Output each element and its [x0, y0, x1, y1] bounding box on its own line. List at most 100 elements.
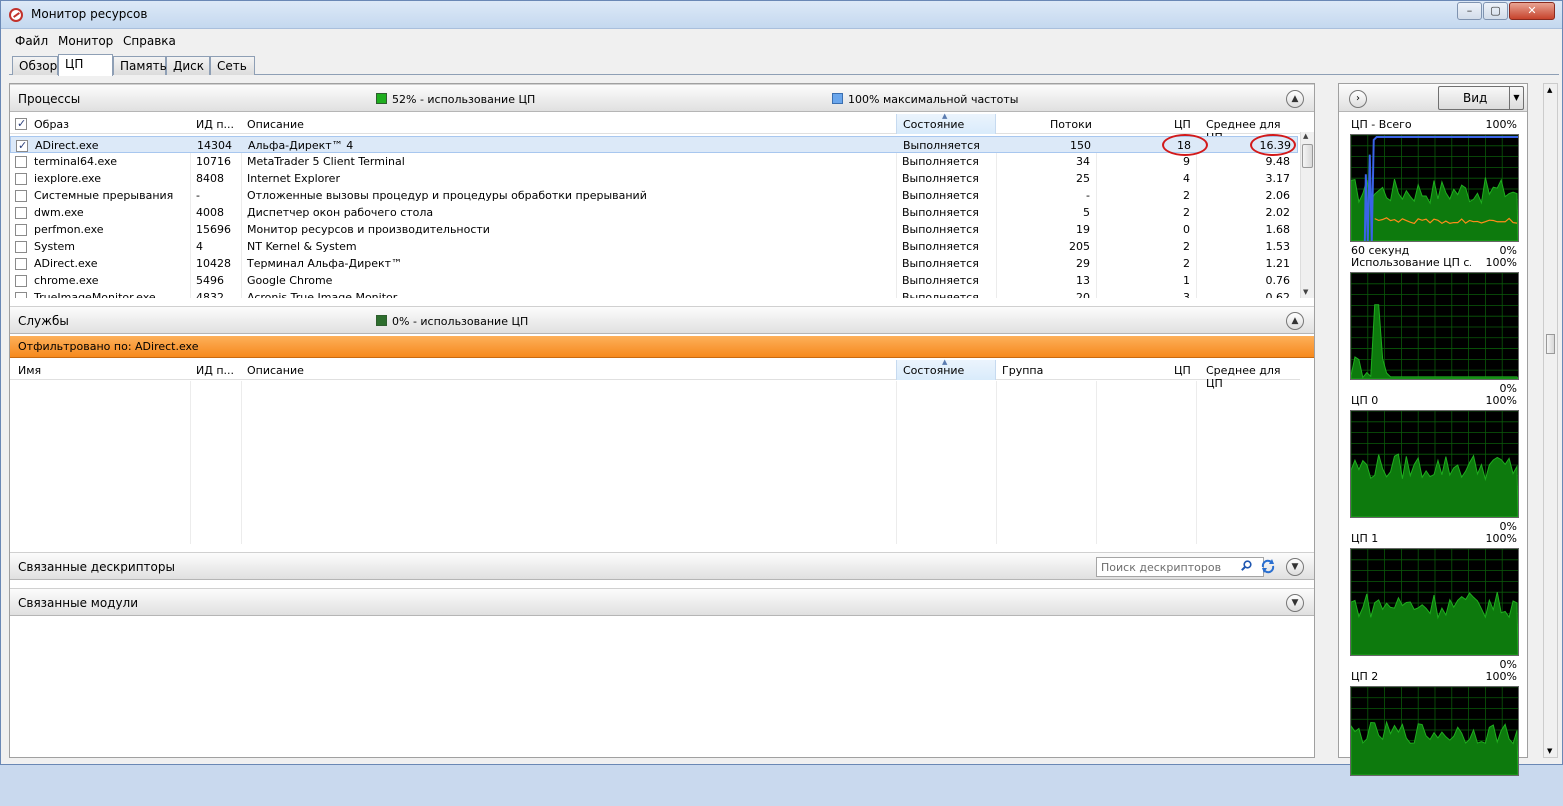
process-checkbox[interactable]: [15, 173, 27, 185]
tab-memory[interactable]: Память: [113, 56, 167, 75]
process-row[interactable]: TrueImageMonitor.exe 4832 Acronis True Ima…: [10, 289, 1298, 298]
col-group[interactable]: Группа: [1002, 364, 1043, 377]
expand-modules-chevron-down-icon[interactable]: ▼: [1286, 594, 1304, 612]
process-description: Google Chrome: [247, 274, 333, 287]
tab-disk[interactable]: Диск: [166, 56, 210, 75]
process-checkbox[interactable]: [15, 207, 27, 219]
process-row[interactable]: ADirect.exe 14304 Альфа-Директ™ 4 Выполняет…: [10, 136, 1298, 153]
process-row[interactable]: dwm.exe 4008 Диспетчер окон рабочего стола…: [10, 204, 1298, 221]
close-button[interactable]: ✕: [1509, 2, 1555, 20]
process-checkbox[interactable]: [15, 156, 27, 168]
graph-max-label: 100%: [1485, 394, 1517, 407]
process-state: Выполняется: [902, 189, 979, 202]
process-image: Системные прерывания: [34, 189, 174, 202]
process-state: Выполняется: [903, 139, 980, 152]
col-description[interactable]: Описание: [247, 118, 304, 131]
processes-scroll-thumb[interactable]: [1302, 144, 1313, 168]
left-panel: Процессы 52% - использование ЦП 100% мак…: [9, 83, 1315, 758]
process-row[interactable]: terminal64.exe 10716 MetaTrader 5 Client T…: [10, 153, 1298, 170]
select-all-checkbox[interactable]: [15, 117, 27, 130]
scroll-down-icon[interactable]: ▼: [1303, 288, 1308, 296]
cpu-usage-graph: [1350, 686, 1519, 776]
menu-file[interactable]: Файл: [15, 34, 48, 48]
cpu-graph: ЦП 0 100% 0%: [1347, 394, 1519, 533]
process-row[interactable]: perfmon.exe 15696 Монитор ресурсов и произ…: [10, 221, 1298, 238]
services-title: Службы: [18, 314, 69, 328]
modules-header[interactable]: Связанные модули ▼: [10, 588, 1314, 616]
chevron-down-icon[interactable]: ▼: [1509, 87, 1523, 109]
col-cpu[interactable]: ЦП: [1174, 364, 1191, 377]
process-avg-cpu: 1.53: [1265, 240, 1291, 253]
processes-header[interactable]: Процессы 52% - использование ЦП 100% мак…: [10, 84, 1314, 112]
process-threads: 205: [1069, 240, 1090, 253]
graphs-scroll-thumb[interactable]: [1546, 334, 1555, 354]
col-pid[interactable]: ИД п...: [196, 364, 234, 377]
menu-help[interactable]: Справка: [123, 34, 176, 48]
graphs-scrollbar[interactable]: ▲ ▼: [1543, 83, 1558, 758]
process-checkbox[interactable]: [15, 275, 27, 287]
scroll-down-icon[interactable]: ▼: [1547, 747, 1552, 755]
process-description: Internet Explorer: [247, 172, 340, 185]
col-threads[interactable]: Потоки: [1050, 118, 1092, 131]
tab-cpu[interactable]: ЦП: [58, 54, 113, 76]
process-checkbox[interactable]: [15, 190, 27, 202]
processes-scrollbar[interactable]: ▲ ▼: [1300, 132, 1314, 298]
title-bar: Монитор ресурсов – ▢ ✕: [1, 1, 1562, 29]
refresh-icon[interactable]: [1260, 558, 1276, 574]
menu-monitor[interactable]: Монитор: [58, 34, 113, 48]
handles-search-input[interactable]: Поиск дескрипторов: [1096, 557, 1264, 577]
tab-overview[interactable]: Обзор: [12, 56, 58, 75]
collapse-processes-chevron-up-icon[interactable]: ▲: [1286, 90, 1304, 108]
col-state[interactable]: ▲ Состояние: [896, 112, 996, 134]
graph-title: ЦП - Всего: [1351, 118, 1412, 131]
process-state: Выполняется: [902, 172, 979, 185]
menu-bar: Файл Монитор Справка: [1, 31, 1562, 50]
processes-column-header: Образ ИД п... Описание ▲Состояние Потоки…: [10, 112, 1300, 144]
process-avg-cpu: 0.76: [1265, 274, 1291, 287]
process-image: chrome.exe: [34, 274, 99, 287]
scroll-up-icon[interactable]: ▲: [1547, 86, 1552, 94]
process-threads: 19: [1076, 223, 1090, 236]
expand-handles-chevron-down-icon[interactable]: ▼: [1286, 558, 1304, 576]
process-checkbox[interactable]: [16, 139, 28, 152]
process-row[interactable]: Системные прерывания - Отложенные вызовы п…: [10, 187, 1298, 204]
scroll-up-icon[interactable]: ▲: [1303, 132, 1308, 140]
process-checkbox[interactable]: [15, 258, 27, 270]
tab-network[interactable]: Сеть: [210, 56, 255, 75]
view-dropdown-button[interactable]: Вид ▼: [1438, 86, 1524, 110]
col-description[interactable]: Описание: [247, 364, 304, 377]
collapse-services-chevron-up-icon[interactable]: ▲: [1286, 312, 1304, 330]
process-row[interactable]: iexplore.exe 8408 Internet Explorer Выполня…: [10, 170, 1298, 187]
process-row[interactable]: System 4 NT Kernel & System Выполняется 205 2…: [10, 238, 1298, 255]
filter-text: Отфильтровано по: ADirect.exe: [18, 340, 199, 353]
maximize-button[interactable]: ▢: [1483, 2, 1508, 20]
process-avg-cpu: 2.02: [1265, 206, 1291, 219]
process-image: TrueImageMonitor.exe: [34, 291, 156, 298]
process-checkbox[interactable]: [15, 292, 27, 298]
handles-header[interactable]: Связанные дескрипторы Поиск дескрипторов…: [10, 552, 1314, 580]
process-checkbox[interactable]: [15, 224, 27, 236]
process-pid: -: [196, 189, 200, 202]
process-description: Альфа-Директ™ 4: [248, 139, 354, 152]
cpu-usage-graph: [1350, 548, 1519, 656]
cpu-graph: ЦП 1 100% 0%: [1347, 532, 1519, 671]
tab-bar: Обзор ЦП Память Диск Сеть: [9, 54, 1559, 76]
minimize-button[interactable]: –: [1457, 2, 1482, 20]
filter-bar: Отфильтровано по: ADirect.exe: [10, 336, 1314, 358]
process-cpu: 9: [1183, 155, 1190, 168]
services-header[interactable]: Службы 0% - использование ЦП ▲: [10, 306, 1314, 334]
col-image[interactable]: Образ: [34, 118, 69, 131]
process-row[interactable]: chrome.exe 5496 Google Chrome Выполняется 13…: [10, 272, 1298, 289]
window-title: Монитор ресурсов: [31, 7, 148, 21]
process-checkbox[interactable]: [15, 241, 27, 253]
search-icon[interactable]: [1241, 560, 1252, 571]
process-row[interactable]: ADirect.exe 10428 Терминал Альфа-Директ™ Вы…: [10, 255, 1298, 272]
view-button-label: Вид: [1463, 91, 1488, 105]
expand-panel-chevron-right-icon[interactable]: ›: [1349, 90, 1367, 108]
col-cpu[interactable]: ЦП: [1174, 118, 1191, 131]
col-name[interactable]: Имя: [18, 364, 41, 377]
process-pid: 14304: [197, 139, 232, 152]
process-state: Выполняется: [902, 291, 979, 298]
col-pid[interactable]: ИД п...: [196, 118, 234, 131]
col-state[interactable]: ▲ Состояние: [896, 358, 996, 380]
